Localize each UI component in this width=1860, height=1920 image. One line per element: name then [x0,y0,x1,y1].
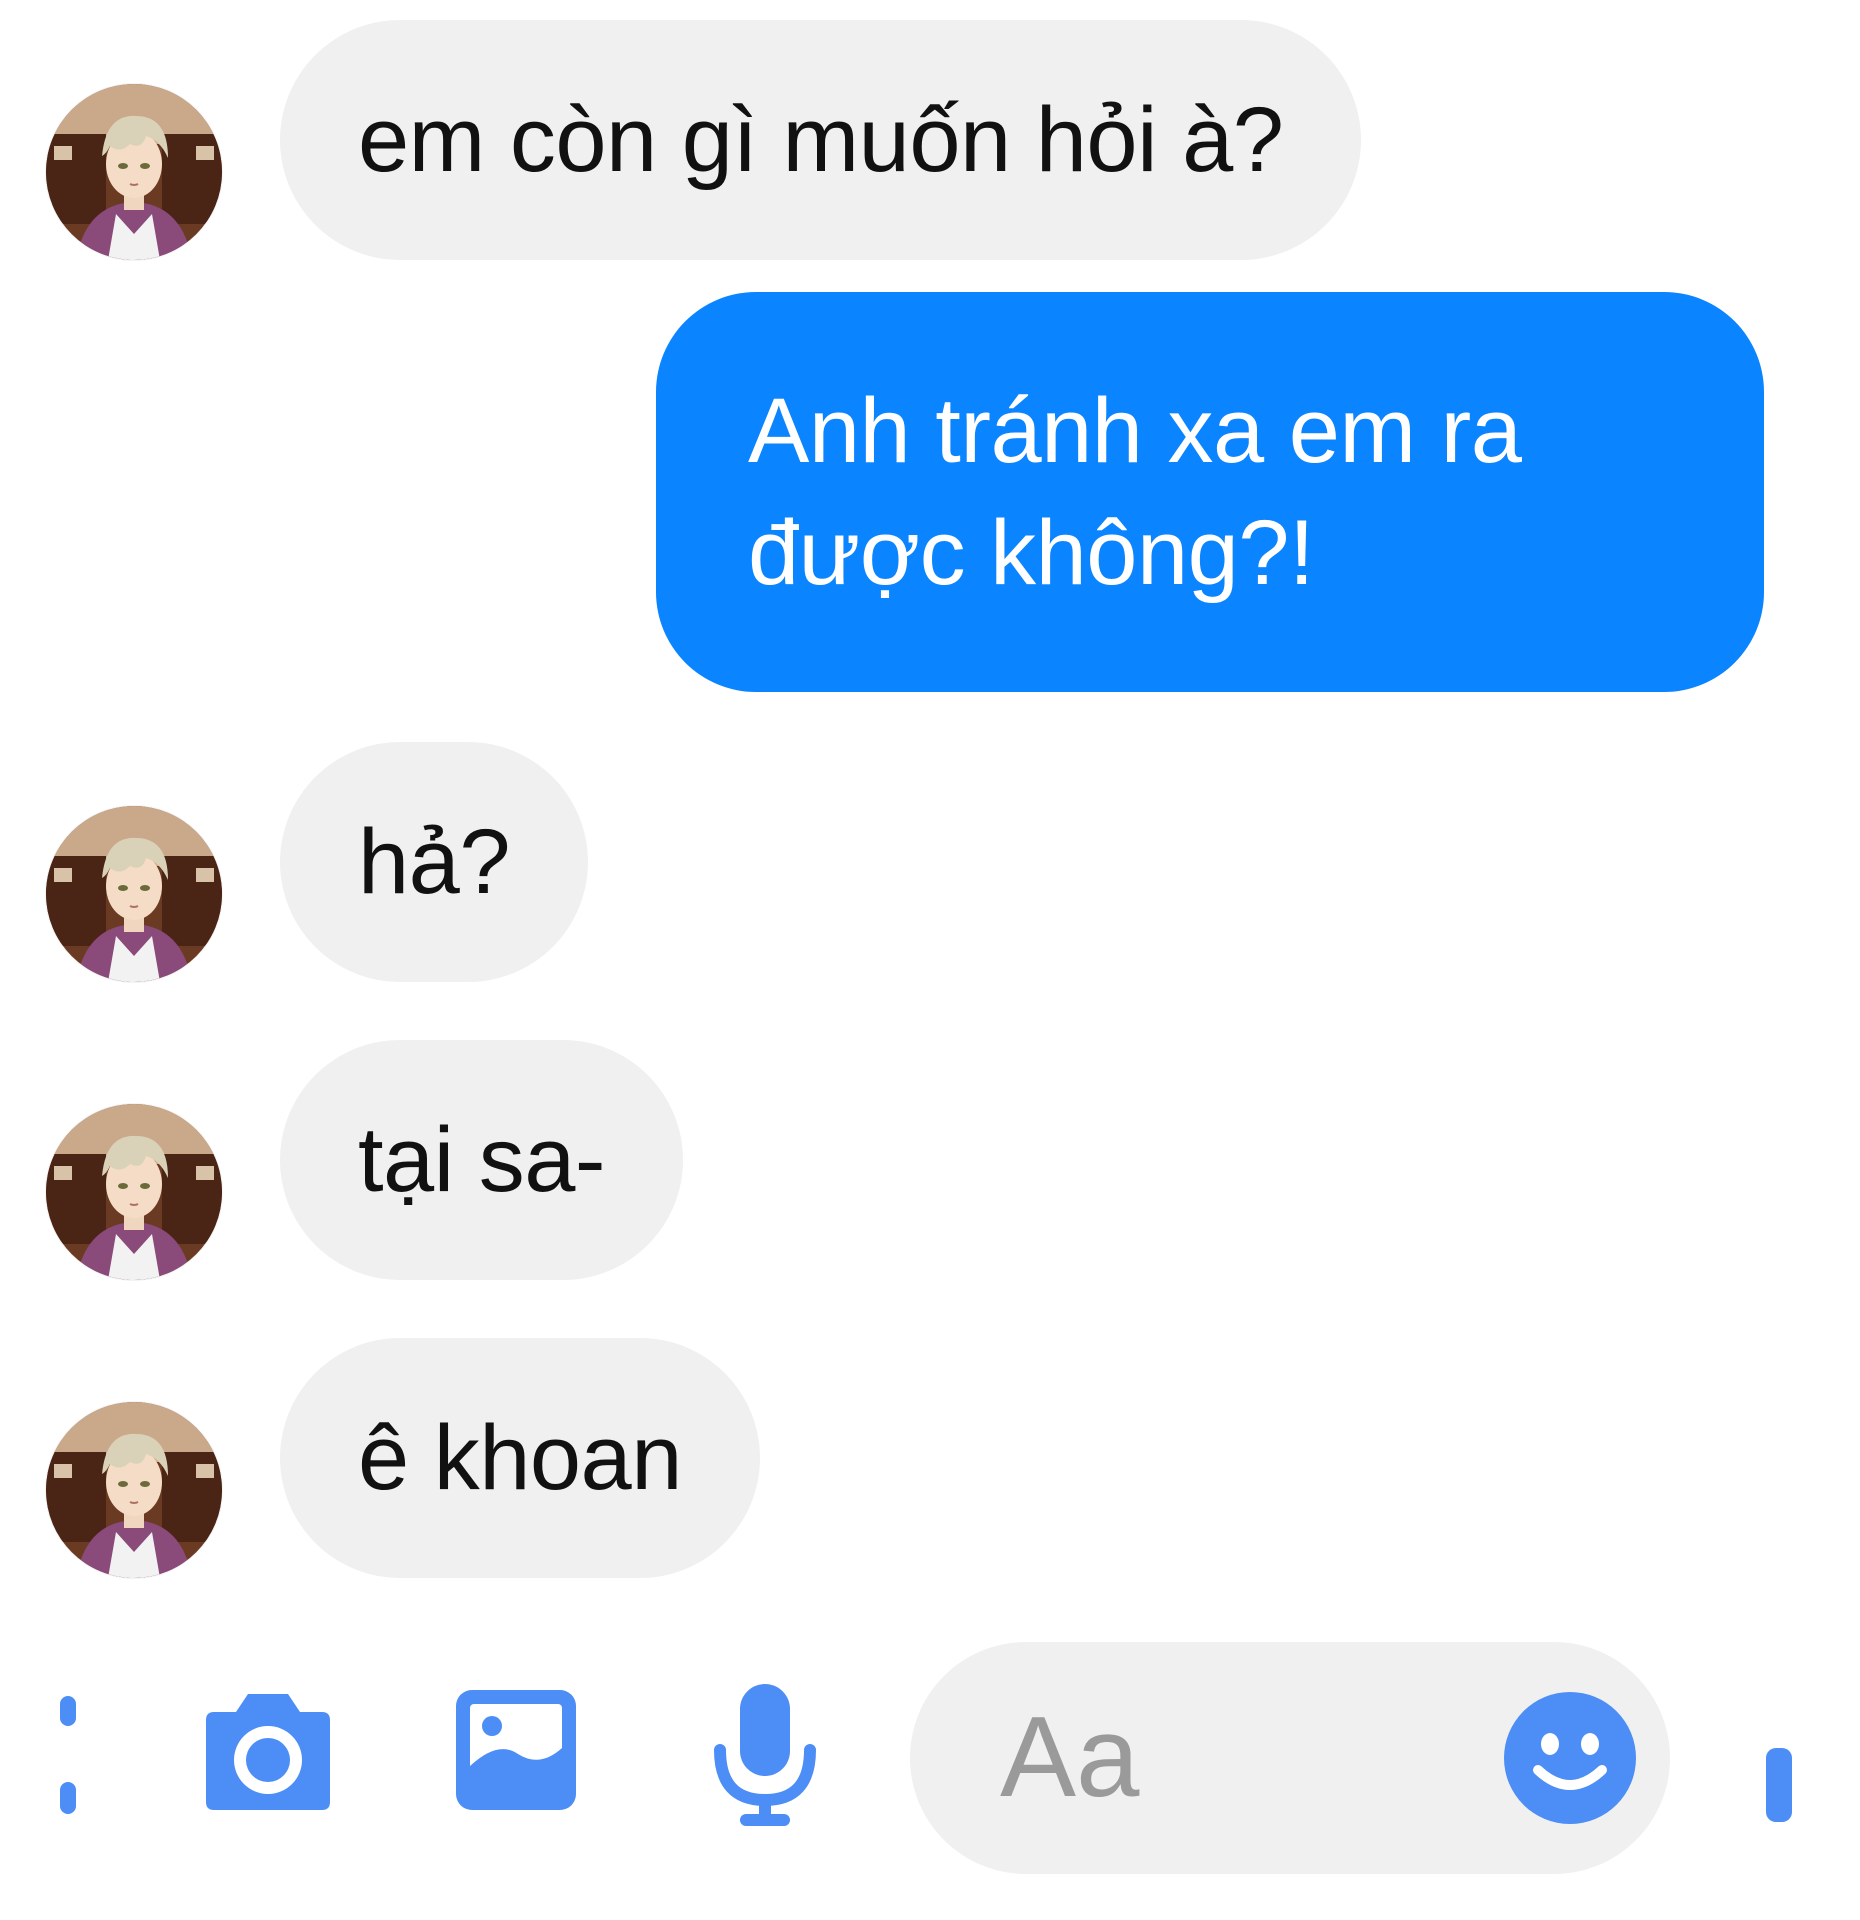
message-text: em còn gì muốn hỏi à? [358,89,1284,191]
message-text-line: Anh tránh xa em ra [748,380,1522,482]
avatar[interactable] [46,1104,222,1280]
received-message-bubble[interactable]: hả? [280,742,588,982]
image-icon[interactable] [452,1686,580,1819]
avatar-image [46,1402,222,1578]
received-message-bubble[interactable]: ê khoan [280,1338,760,1578]
message-input-placeholder: Aa [1000,1694,1140,1821]
message-text: ê khoan [358,1407,682,1509]
avatar-image [46,1104,222,1280]
avatar[interactable] [46,806,222,982]
received-message-bubble[interactable]: tại sa- [280,1040,684,1280]
avatar[interactable] [46,84,222,260]
camera-icon[interactable] [196,1686,340,1821]
received-message-bubble[interactable]: em còn gì muốn hỏi à? [280,20,1362,260]
message-text: hả? [358,811,511,913]
avatar-image [46,806,222,982]
microphone-icon[interactable] [710,1680,820,1835]
message-list: em còn gì muốn hỏi à? Anh tránh xa em ra… [0,0,1860,1640]
avatar-image [46,84,222,260]
emoji-icon[interactable] [1502,1690,1638,1831]
message-text: tại sa- [358,1109,606,1211]
like-icon[interactable] [1764,1746,1794,1831]
message-text-line: được không?! [748,502,1315,604]
more-icon[interactable] [56,1690,80,1825]
avatar[interactable] [46,1402,222,1578]
sent-message-bubble[interactable]: Anh tránh xa em ra được không?! [656,292,1764,692]
